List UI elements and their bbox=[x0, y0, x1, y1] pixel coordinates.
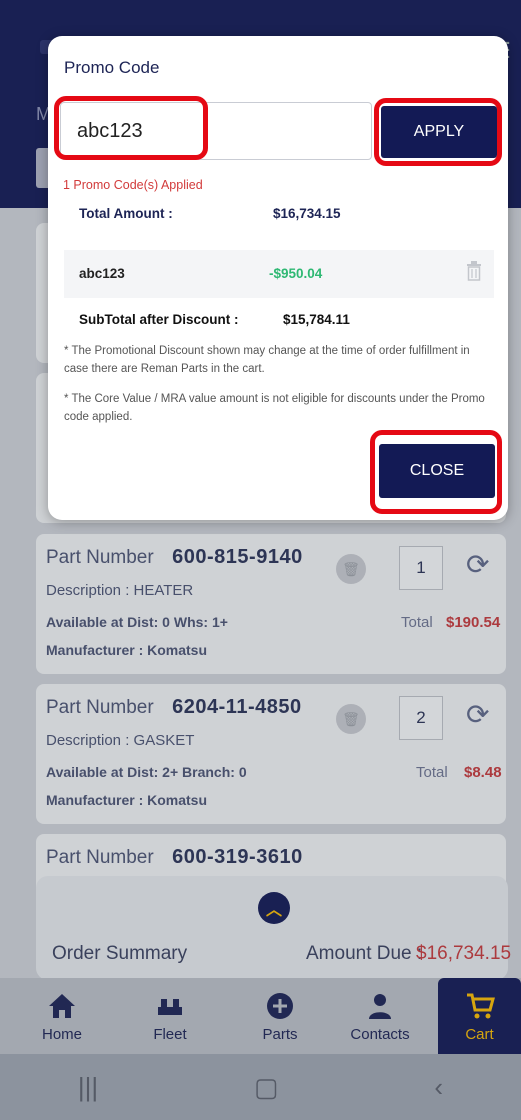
trash-icon[interactable] bbox=[466, 261, 482, 286]
applied-code-row: abc123 -$950.04 bbox=[64, 250, 494, 298]
total-amount-label: Total Amount : bbox=[79, 206, 173, 221]
promo-note-reman: * The Promotional Discount shown may cha… bbox=[64, 345, 470, 375]
highlight-close-button bbox=[370, 430, 502, 514]
applied-code-name: abc123 bbox=[79, 266, 125, 281]
promo-applied-message: 1 Promo Code(s) Applied bbox=[63, 178, 203, 192]
highlight-promo-input bbox=[54, 96, 208, 160]
promo-note-core-value: * The Core Value / MRA value amount is n… bbox=[64, 393, 485, 423]
total-amount-value: $16,734.15 bbox=[273, 206, 341, 221]
subtotal-label: SubTotal after Discount : bbox=[79, 312, 239, 327]
applied-code-discount: -$950.04 bbox=[269, 266, 323, 281]
subtotal-value: $15,784.11 bbox=[283, 312, 350, 327]
dialog-title: Promo Code bbox=[64, 58, 160, 77]
highlight-apply-button bbox=[374, 98, 502, 166]
promo-code-dialog: Promo Code APPLY 1 Promo Code(s) Applied… bbox=[48, 36, 508, 520]
